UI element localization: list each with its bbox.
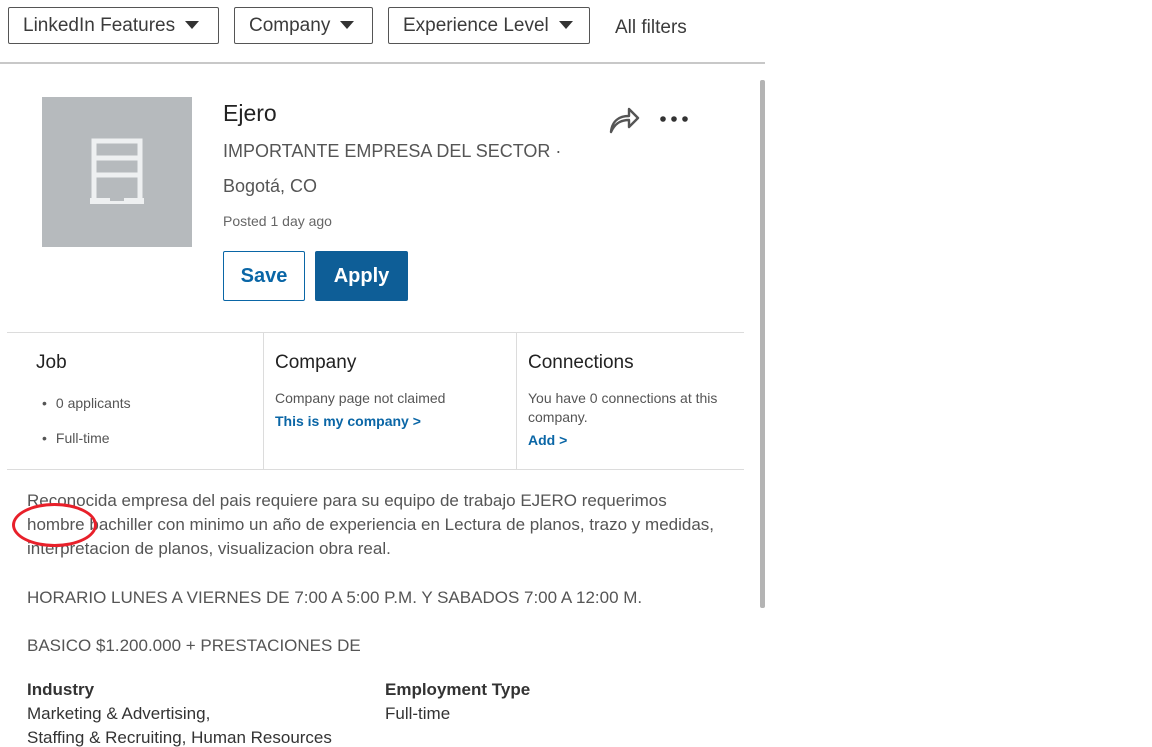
posted-time: Posted 1 day ago bbox=[223, 213, 332, 229]
connections-text: You have 0 connections at this company. bbox=[528, 390, 718, 425]
company-filter[interactable]: Company bbox=[234, 7, 373, 44]
claim-company-link[interactable]: This is my company > bbox=[275, 413, 421, 429]
industry-value-1: Marketing & Advertising, bbox=[27, 704, 211, 723]
connections-info-column: Connections You have 0 connections at th… bbox=[516, 333, 745, 469]
employment-type-value: Full-time bbox=[385, 704, 451, 723]
building-icon bbox=[90, 138, 144, 204]
more-options-button[interactable] bbox=[659, 106, 691, 132]
filter-label: Experience Level bbox=[403, 14, 549, 36]
share-arrow-icon bbox=[609, 107, 640, 134]
employment-type: Full-time bbox=[42, 430, 110, 446]
scrollbar[interactable] bbox=[760, 80, 765, 608]
company-logo bbox=[42, 97, 192, 247]
industry-label: Industry bbox=[27, 680, 95, 699]
job-heading: Job bbox=[36, 352, 67, 373]
caret-down-icon bbox=[340, 20, 355, 29]
industry-value-2: Staffing & Recruiting, Human Resources bbox=[27, 728, 332, 747]
connections-heading: Connections bbox=[528, 352, 634, 373]
company-page-status: Company page not claimed bbox=[275, 390, 446, 406]
more-dots-icon bbox=[660, 116, 688, 122]
experience-level-filter[interactable]: Experience Level bbox=[388, 7, 590, 44]
caret-down-icon bbox=[558, 20, 573, 29]
job-details-panel: Ejero IMPORTANTE EMPRESA DEL SECTOR · Bo… bbox=[0, 64, 760, 747]
filter-label: LinkedIn Features bbox=[23, 14, 176, 36]
linkedin-features-filter[interactable]: LinkedIn Features bbox=[8, 7, 219, 44]
add-connections-link[interactable]: Add > bbox=[528, 432, 567, 448]
company-heading: Company bbox=[275, 352, 357, 373]
company-name[interactable]: IMPORTANTE EMPRESA DEL SECTOR · bbox=[223, 141, 561, 162]
filter-label: Company bbox=[249, 14, 331, 36]
company-info-column: Company Company page not claimed This is… bbox=[263, 333, 517, 469]
description-schedule: HORARIO LUNES A VIERNES DE 7:00 A 5:00 P… bbox=[27, 588, 643, 607]
annotation-circle bbox=[12, 503, 97, 547]
job-title: Ejero bbox=[223, 100, 277, 126]
job-location: Bogotá, CO bbox=[223, 176, 318, 196]
job-insights: Job 0 applicants Full-time Company Compa… bbox=[7, 332, 744, 470]
employment-type-label: Employment Type bbox=[385, 680, 531, 699]
apply-button[interactable]: Apply bbox=[315, 251, 408, 301]
description-salary: BASICO $1.200.000 + PRESTACIONES DE bbox=[27, 636, 361, 655]
caret-down-icon bbox=[185, 20, 200, 29]
description-paragraph: Reconocida empresa del pais requiere par… bbox=[27, 491, 715, 558]
all-filters-button[interactable]: All filters bbox=[615, 17, 687, 39]
applicants-count: 0 applicants bbox=[42, 395, 131, 411]
filter-bar: LinkedIn Features Company Experience Lev… bbox=[0, 0, 765, 64]
share-button[interactable] bbox=[607, 104, 641, 136]
job-info-column: Job 0 applicants Full-time bbox=[7, 333, 263, 469]
save-button[interactable]: Save bbox=[223, 251, 305, 301]
